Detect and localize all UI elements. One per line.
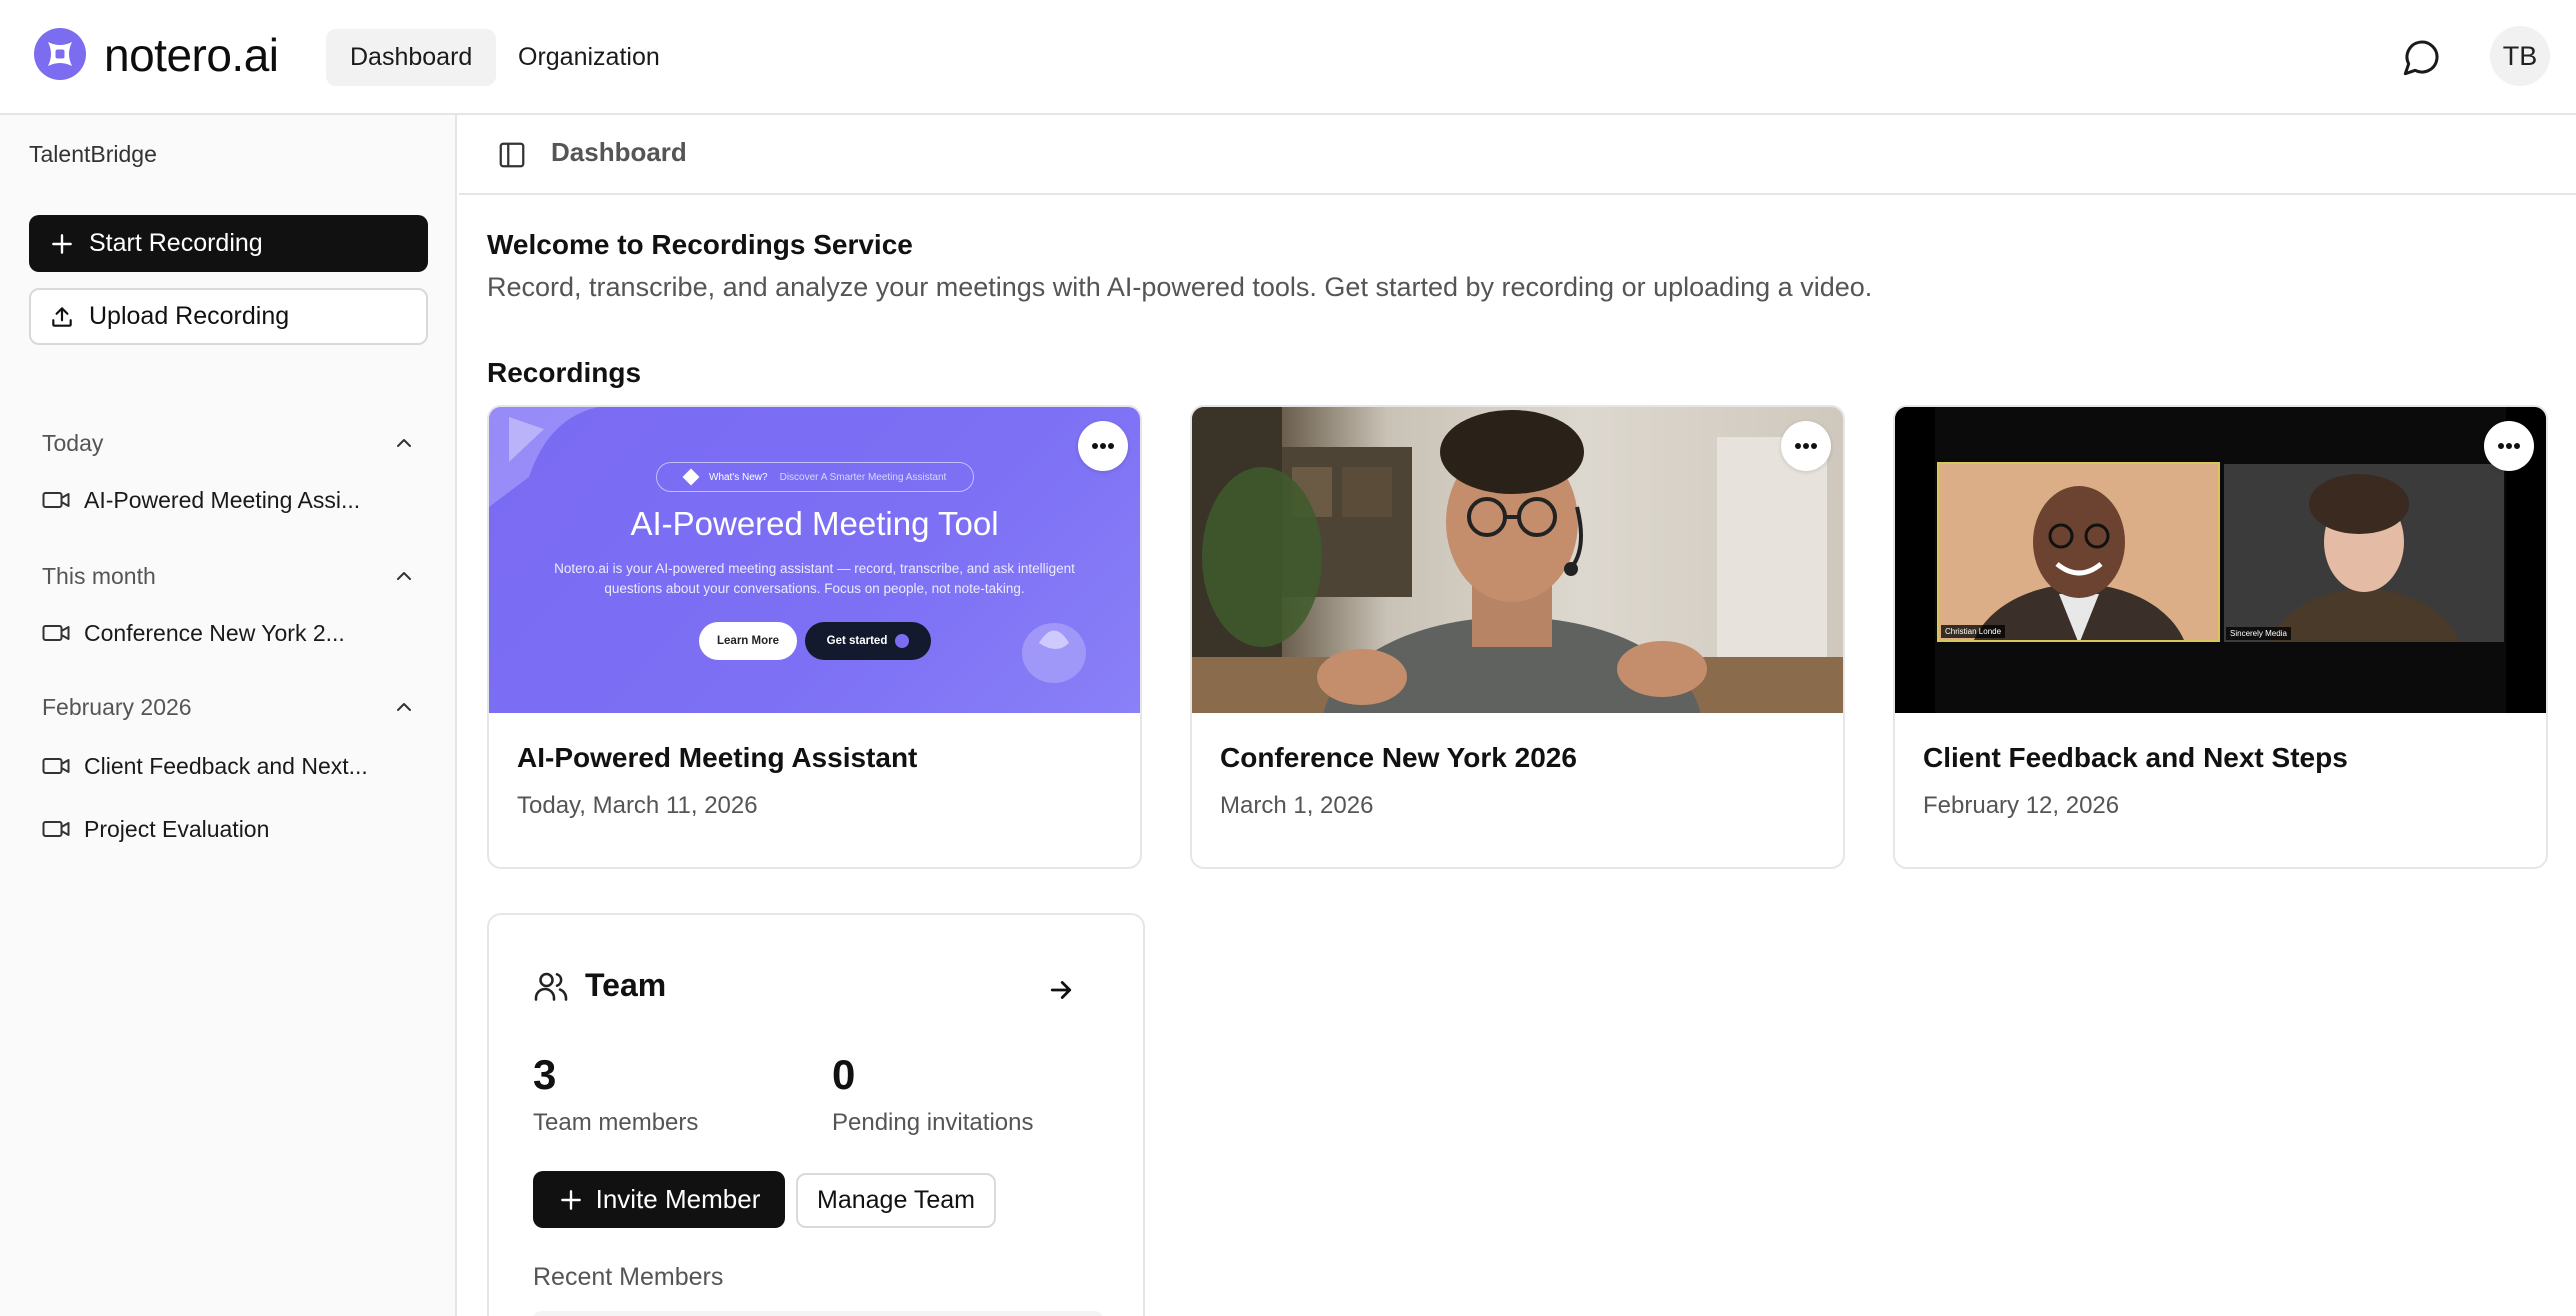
recent-members-list	[533, 1311, 1103, 1316]
sidebar-recording-item[interactable]: AI-Powered Meeting Assi...	[42, 479, 422, 521]
team-header: Team	[533, 967, 666, 1004]
organization-name: TalentBridge	[29, 141, 157, 167]
recording-card[interactable]: Christian Londe Sincerely Media Client F…	[1893, 405, 2548, 869]
upload-recording-label: Upload Recording	[89, 302, 290, 330]
start-recording-label: Start Recording	[89, 229, 263, 257]
pill-text: Discover A Smarter Meeting Assistant	[779, 471, 947, 483]
recording-title: Client Feedback and Next Steps	[1923, 742, 2348, 773]
pending-invitations-label: Pending invitations	[832, 1109, 1034, 1136]
ellipsis-icon	[2498, 443, 2520, 449]
top-bar: notero.ai Dashboard Organization TB	[0, 0, 2576, 115]
ellipsis-icon	[1795, 443, 1817, 449]
sidebar-item-label: Client Feedback and Next...	[84, 752, 368, 779]
participant-name-tag: Christian Londe	[1941, 625, 2006, 638]
recording-thumbnail	[1192, 407, 1843, 713]
section-february-2026-header[interactable]: February 2026	[42, 687, 416, 727]
video-icon	[42, 625, 70, 641]
sidebar: TalentBridge Start Recording Upload Reco…	[0, 115, 457, 1316]
section-this-month-header[interactable]: This month	[42, 556, 416, 596]
ellipsis-icon	[1092, 443, 1114, 449]
tab-organization[interactable]: Organization	[494, 29, 684, 86]
section-title: February 2026	[42, 693, 192, 720]
get-started-label: Get started	[826, 635, 888, 647]
more-options-button[interactable]	[2484, 421, 2534, 471]
plus-icon	[560, 1189, 581, 1210]
section-title: This month	[42, 562, 156, 589]
upload-icon	[52, 306, 72, 327]
manage-team-button[interactable]: Manage Team	[796, 1173, 996, 1228]
video-icon	[42, 821, 70, 837]
whats-new-pill: What's New? Discover A Smarter Meeting A…	[656, 462, 974, 492]
invite-member-label: Invite Member	[595, 1184, 761, 1214]
more-options-button[interactable]	[1078, 421, 1128, 471]
section-today-header[interactable]: Today	[42, 423, 416, 463]
thumbnail-learn-more: Learn More	[699, 622, 797, 660]
chevron-up-icon	[397, 703, 411, 711]
sidebar-recording-item[interactable]: Project Evaluation	[42, 808, 422, 850]
recording-title: Conference New York 2026	[1220, 742, 1577, 773]
team-members-count: 3	[533, 1051, 557, 1098]
recording-thumbnail: Christian Londe Sincerely Media	[1895, 407, 2546, 713]
notero-logo-icon[interactable]	[34, 28, 86, 80]
thumbnail-body: Notero.ai is your AI-powered meeting ass…	[554, 561, 1075, 596]
sidebar-recording-item[interactable]: Conference New York 2...	[42, 612, 422, 654]
sidebar-item-label: Project Evaluation	[84, 815, 270, 842]
user-avatar[interactable]: TB	[2490, 26, 2550, 86]
video-icon	[42, 758, 70, 774]
team-members-label: Team members	[533, 1109, 699, 1136]
users-icon	[534, 972, 568, 1001]
recording-thumbnail: What's New? Discover A Smarter Meeting A…	[489, 407, 1140, 713]
chevron-up-icon	[397, 439, 411, 447]
diamond-icon	[682, 468, 700, 486]
sidebar-recording-item[interactable]: Client Feedback and Next...	[42, 745, 422, 787]
video-icon	[42, 492, 70, 508]
team-title: Team	[585, 967, 667, 1003]
tab-dashboard[interactable]: Dashboard	[326, 29, 497, 86]
recording-title: AI-Powered Meeting Assistant	[517, 742, 918, 773]
main-content: Dashboard Welcome to Recordings Service …	[459, 115, 2576, 1316]
section-title: Today	[42, 429, 104, 456]
pending-invitations-count: 0	[832, 1051, 856, 1098]
chat-bubble-icon[interactable]	[2398, 33, 2446, 81]
breadcrumb: Dashboard	[551, 137, 687, 167]
recording-card[interactable]: What's New? Discover A Smarter Meeting A…	[487, 405, 1142, 869]
recording-date: February 12, 2026	[1923, 792, 2120, 819]
pill-label: What's New?	[709, 471, 768, 483]
recording-date: March 1, 2026	[1220, 792, 1374, 819]
team-card: Team 3 Team members 0 Pending invitation…	[487, 913, 1145, 1316]
breadcrumb-bar: Dashboard	[459, 115, 2576, 195]
start-recording-button[interactable]: Start Recording	[29, 215, 428, 272]
thumbnail-heading: AI-Powered Meeting Tool	[630, 505, 999, 542]
upload-recording-button[interactable]: Upload Recording	[29, 288, 428, 345]
arrow-right-icon[interactable]	[1041, 970, 1081, 1010]
sidebar-item-label: Conference New York 2...	[84, 619, 345, 646]
recordings-heading: Recordings	[487, 357, 642, 388]
decorative-shape	[1022, 623, 1086, 683]
conference-photo	[1192, 407, 1843, 713]
participant-name-tag: Sincerely Media	[2226, 627, 2291, 640]
video-tile-1: Christian Londe	[1937, 462, 2220, 642]
recording-date: Today, March 11, 2026	[517, 792, 758, 819]
more-options-button[interactable]	[1781, 421, 1831, 471]
video-tile-2: Sincerely Media	[2224, 464, 2504, 642]
chevron-up-icon	[397, 572, 411, 580]
plus-icon	[52, 233, 72, 254]
brand-name[interactable]: notero.ai	[104, 26, 279, 84]
recent-members-label: Recent Members	[533, 1263, 724, 1291]
thumbnail-get-started: Get started	[805, 622, 931, 660]
invite-member-button[interactable]: Invite Member	[533, 1171, 785, 1228]
welcome-subtitle: Record, transcribe, and analyze your mee…	[487, 272, 1873, 302]
sidebar-toggle-icon[interactable]	[495, 138, 529, 172]
welcome-title: Welcome to Recordings Service	[487, 229, 913, 260]
decorative-shape	[489, 407, 599, 507]
recording-card[interactable]: Conference New York 2026 March 1, 2026	[1190, 405, 1845, 869]
arrow-circle-icon	[895, 634, 910, 648]
sidebar-item-label: AI-Powered Meeting Assi...	[84, 486, 361, 513]
